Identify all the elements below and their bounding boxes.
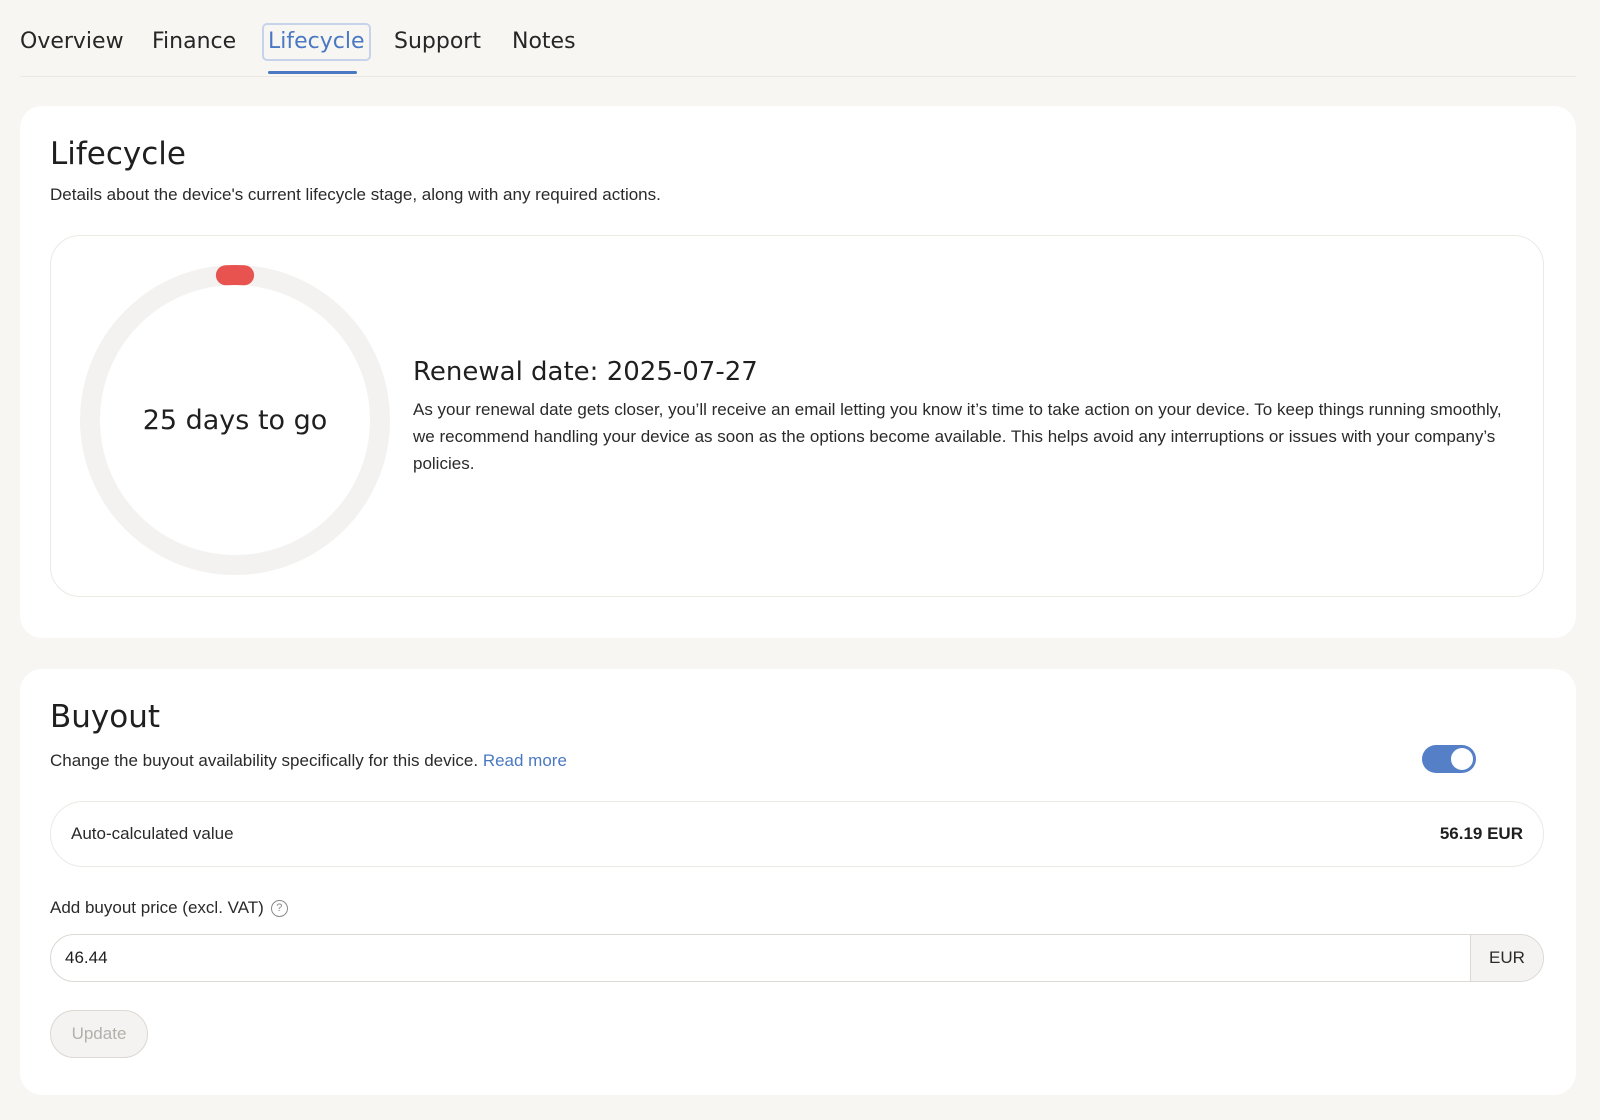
buyout-availability-toggle[interactable] [1422, 745, 1476, 773]
buyout-subtitle-row: Change the buyout availability specifica… [50, 751, 567, 771]
buyout-price-field: EUR [50, 934, 1544, 982]
buyout-card: Buyout Change the buyout availability sp… [20, 669, 1576, 1095]
renewal-date-title: Renewal date: 2025-07-27 [413, 357, 758, 387]
question-circle-icon[interactable]: ? [270, 899, 288, 917]
tab-finance[interactable]: Finance [149, 26, 239, 58]
buyout-price-label-row: Add buyout price (excl. VAT) ? [50, 898, 288, 918]
toggle-knob [1451, 748, 1473, 770]
currency-unit: EUR [1470, 935, 1543, 981]
days-remaining: 25 days to go [142, 404, 328, 436]
lifecycle-title: Lifecycle [50, 136, 186, 172]
buyout-subtitle: Change the buyout availability specifica… [50, 751, 479, 770]
read-more-link[interactable]: Read more [483, 751, 567, 770]
tab-support[interactable]: Support [391, 26, 484, 58]
auto-calculated-value: 56.19 EUR [1439, 824, 1523, 843]
update-button[interactable]: Update [50, 1010, 148, 1058]
lifecycle-subtitle: Details about the device's current lifec… [50, 185, 661, 204]
active-tab-indicator [268, 71, 357, 74]
tab-overview[interactable]: Overview [17, 26, 127, 58]
lifecycle-card: Lifecycle Details about the device's cur… [20, 106, 1576, 638]
tab-lifecycle[interactable]: Lifecycle [262, 23, 371, 61]
tab-bar: Overview Finance Lifecycle Support Notes [20, 0, 1576, 77]
buyout-price-input[interactable] [51, 935, 1471, 981]
auto-calculated-row: Auto-calculated value 56.19 EUR [50, 801, 1544, 867]
tab-notes[interactable]: Notes [509, 26, 579, 58]
renewal-description: As your renewal date gets closer, you’ll… [413, 400, 1502, 473]
lifecycle-status-panel: 25 days to go Renewal date: 2025-07-27 A… [50, 235, 1544, 597]
buyout-price-label: Add buyout price (excl. VAT) [50, 898, 264, 917]
countdown-ring: 25 days to go [80, 265, 390, 575]
buyout-title: Buyout [50, 699, 161, 735]
auto-calculated-label: Auto-calculated value [71, 824, 234, 843]
